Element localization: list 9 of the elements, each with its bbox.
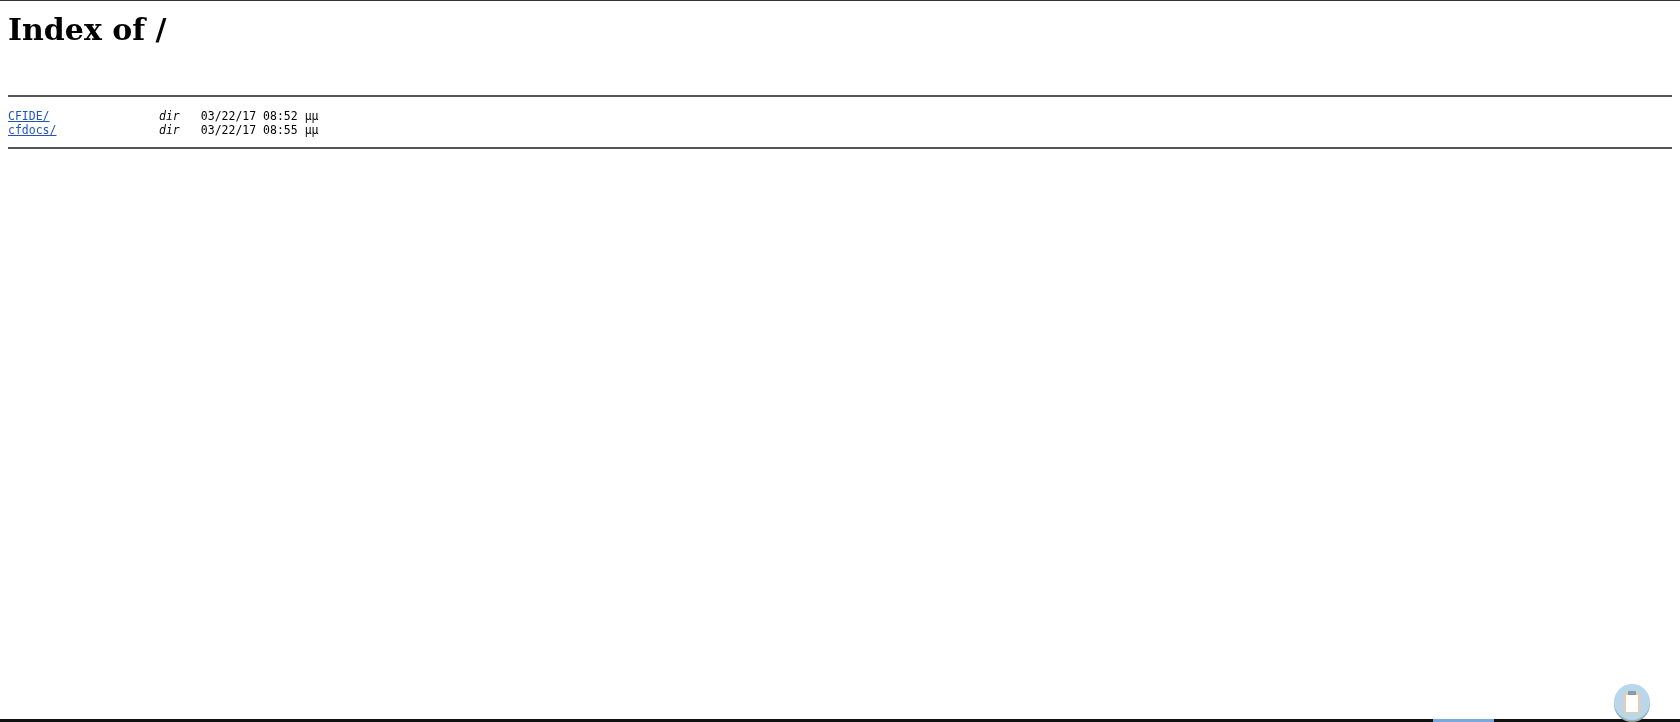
modified-date: 03/22/17 08:52 μμ bbox=[200, 109, 319, 123]
modified-date: 03/22/17 08:55 μμ bbox=[200, 123, 319, 137]
active-segment bbox=[1433, 719, 1494, 722]
file-link[interactable]: CFIDE/ bbox=[8, 109, 50, 123]
entry-type: dir bbox=[159, 123, 180, 137]
entry-type: dir bbox=[159, 109, 180, 123]
file-link[interactable]: cfdocs/ bbox=[8, 123, 57, 137]
page-title: Index of / bbox=[8, 11, 167, 49]
clipboard-icon[interactable] bbox=[1613, 684, 1651, 722]
